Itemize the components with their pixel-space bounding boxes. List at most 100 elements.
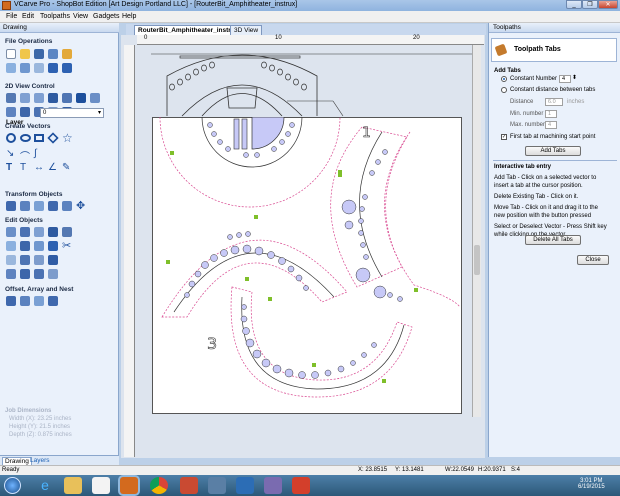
vector-cleanup-icon[interactable] (20, 269, 30, 279)
import-folder-icon[interactable] (62, 49, 72, 59)
rulers-icon[interactable] (20, 107, 30, 117)
mirror-icon[interactable] (62, 201, 72, 211)
star-icon[interactable]: ☆ (62, 131, 73, 145)
import-icon[interactable] (48, 49, 58, 59)
offset-icon[interactable] (6, 296, 16, 306)
fit-curves-icon[interactable] (6, 269, 16, 279)
first-tab-label: First tab at machining start point (510, 134, 596, 140)
file-explorer-icon[interactable] (64, 477, 82, 494)
image-icon[interactable] (34, 63, 44, 73)
constant-number-radio[interactable] (501, 76, 507, 82)
scissors-icon[interactable]: ✂ (62, 239, 71, 252)
vcarve-taskbar-icon[interactable] (120, 477, 138, 494)
new-file-icon[interactable] (6, 49, 16, 59)
vertical-scrollbar[interactable] (472, 45, 481, 417)
save-icon[interactable] (34, 49, 44, 59)
first-tab-checkbox[interactable]: ✓ (501, 134, 507, 140)
app-icon-3[interactable] (208, 477, 226, 494)
ellipse-icon[interactable] (20, 134, 31, 142)
tab-layers[interactable]: Layers (30, 457, 50, 464)
close-window-button[interactable]: ✕ (598, 0, 618, 9)
app-icon-6[interactable] (292, 477, 310, 494)
fillet-icon[interactable] (6, 255, 16, 265)
polyline-icon[interactable]: ↘ (6, 148, 14, 159)
menu-file[interactable]: File (6, 13, 17, 20)
scrollbar-thumb[interactable] (474, 245, 480, 275)
menu-edit[interactable]: Edit (22, 13, 34, 20)
close-button[interactable]: Close (577, 255, 609, 265)
rectangle-icon[interactable] (34, 134, 44, 142)
circle-icon[interactable] (6, 133, 16, 143)
arc-icon[interactable]: ⌒ (20, 148, 30, 163)
app-icon-2[interactable] (180, 477, 198, 494)
scale-icon[interactable] (34, 201, 44, 211)
circular-array-icon[interactable] (34, 296, 44, 306)
zoom-selection-icon[interactable] (76, 93, 86, 103)
browser-icon[interactable]: e (36, 477, 54, 494)
extend-icon[interactable] (20, 255, 30, 265)
trim-icon[interactable] (48, 241, 58, 251)
constant-distance-radio[interactable] (501, 87, 507, 93)
curve-fit-icon[interactable] (34, 269, 44, 279)
group-icon[interactable] (20, 227, 30, 237)
distort-icon[interactable]: ✥ (76, 199, 85, 212)
distance-field[interactable]: 6.0 (545, 98, 563, 106)
subtract-icon[interactable] (20, 241, 30, 251)
add-tabs-button[interactable]: Add Tabs (525, 146, 581, 156)
chevron-down-icon: ▾ (97, 110, 101, 116)
max-number-field[interactable]: 4 (545, 121, 557, 129)
array-copy-icon[interactable] (20, 296, 30, 306)
dimension-icon[interactable]: ↔ (34, 162, 44, 173)
menu-view[interactable]: View (73, 13, 88, 20)
polygon-icon[interactable] (47, 132, 59, 144)
zoom-out-icon[interactable] (34, 93, 44, 103)
view-snap-icon[interactable] (90, 93, 100, 103)
app-icon-4[interactable] (236, 477, 254, 494)
constant-number-field[interactable]: 4 (559, 75, 571, 83)
start-button[interactable] (4, 477, 21, 494)
layer-dropdown[interactable]: 0 ▾ (40, 108, 104, 118)
validate-icon[interactable] (48, 269, 58, 279)
pan-icon[interactable] (62, 93, 72, 103)
menu-gadgets[interactable]: Gadgets (93, 13, 119, 20)
intersect-icon[interactable] (34, 241, 44, 251)
text-icon[interactable]: T (6, 162, 12, 173)
clock[interactable]: 3:01 PM 6/19/2015 (578, 478, 605, 490)
join-icon[interactable] (48, 227, 58, 237)
app-icon-5[interactable] (264, 477, 282, 494)
delete-all-tabs-button[interactable]: Delete All Tabs (525, 235, 581, 245)
zoom-box-icon[interactable] (48, 93, 58, 103)
undo-icon[interactable] (48, 63, 58, 73)
menu-toolpaths[interactable]: Toolpaths (40, 13, 70, 20)
chrome-icon[interactable] (150, 477, 168, 494)
grid-icon[interactable] (6, 107, 16, 117)
curve-icon[interactable]: ∫ (34, 148, 37, 159)
redo-icon[interactable] (62, 63, 72, 73)
text-on-curve-icon[interactable]: T (20, 162, 26, 173)
number-spinner-icon[interactable]: ⬍ (572, 74, 577, 81)
min-number-field[interactable]: 1 (545, 110, 557, 118)
node-edit-icon[interactable] (6, 227, 16, 237)
maximize-button[interactable]: ❐ (582, 0, 598, 9)
tab-document[interactable]: RouterBit_Amphitheater_instrux (134, 25, 243, 35)
ungroup-icon[interactable] (34, 227, 44, 237)
bridge-icon[interactable] (48, 255, 58, 265)
leader-icon[interactable]: ✎ (62, 162, 70, 173)
move-icon[interactable] (6, 201, 16, 211)
rotate-icon[interactable] (48, 201, 58, 211)
menu-help[interactable]: Help (122, 13, 136, 20)
open-folder-icon[interactable] (20, 49, 30, 59)
job-setup-icon[interactable] (6, 63, 16, 73)
nest-icon[interactable] (48, 296, 58, 306)
align-icon[interactable] (20, 201, 30, 211)
zoom-in-icon[interactable] (20, 93, 30, 103)
notepad-icon[interactable] (92, 477, 110, 494)
smooth-icon[interactable] (34, 255, 44, 265)
close-vector-icon[interactable] (62, 227, 72, 237)
tab-3d-view[interactable]: 3D View (230, 25, 263, 35)
zoom-extents-icon[interactable] (6, 93, 16, 103)
notes-icon[interactable] (20, 63, 30, 73)
weld-icon[interactable] (6, 241, 16, 251)
angle-dimension-icon[interactable]: ∠ (48, 162, 57, 173)
minimize-button[interactable]: _ (566, 0, 582, 9)
